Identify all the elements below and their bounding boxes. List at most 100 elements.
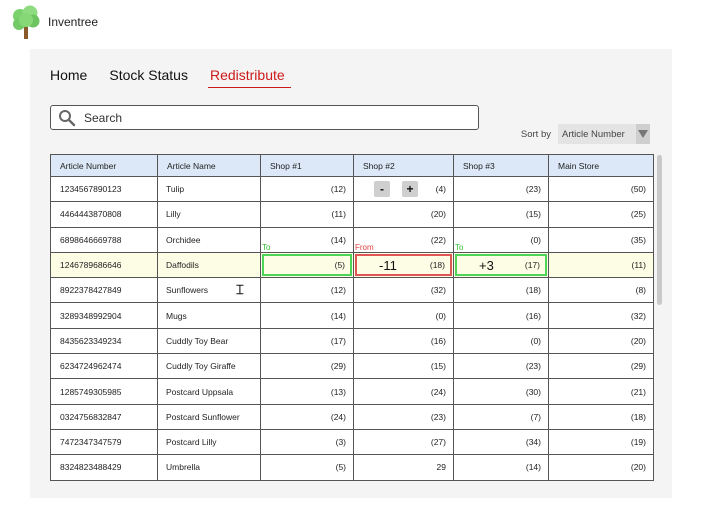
tab-redistribute[interactable]: Redistribute [207, 65, 291, 88]
table-header: Article Number Article Name Shop #1 Shop… [50, 154, 654, 177]
shop1-qty[interactable]: (13) [260, 378, 354, 405]
article-number: 8435623349234 [50, 327, 158, 355]
col-shop-3[interactable]: Shop #3 [453, 154, 549, 177]
table-row[interactable]: 1234567890123 Tulip (12) - + (4) (23) (5… [50, 175, 654, 203]
main-panel: Home Stock Status Redistribute Sort by A… [30, 49, 672, 498]
table-row[interactable]: 8435623349234 Cuddly Toy Bear (17) (16) … [50, 327, 654, 355]
shop1-cell-to[interactable]: To (5) [260, 243, 354, 279]
main-qty[interactable]: (21) [548, 378, 654, 405]
shop1-qty[interactable]: (3) [260, 428, 354, 456]
main-qty[interactable]: (20) [548, 327, 654, 355]
shop2-qty[interactable]: (15) [353, 353, 454, 380]
article-number: 4464443870808 [50, 201, 158, 228]
shop2-qty[interactable]: (23) [353, 403, 454, 430]
shop3-target-field[interactable]: +3 (17) [455, 253, 547, 277]
shop3-qty[interactable]: (23) [453, 353, 549, 380]
table-row[interactable]: 3289348992904 Mugs (14) (0) (16) (32) [50, 302, 654, 329]
table-row[interactable]: 6234724962474 Cuddly Toy Giraffe (29) (1… [50, 353, 654, 380]
table-row[interactable]: 1285749305985 Postcard Uppsala (13) (24)… [50, 378, 654, 405]
shop3-qty[interactable]: (18) [453, 277, 549, 304]
col-shop-1[interactable]: Shop #1 [260, 154, 354, 177]
shop1-qty[interactable]: (24) [260, 403, 354, 430]
increment-button[interactable]: + [402, 181, 418, 197]
table-row[interactable]: 7472347347579 Postcard Lilly (3) (27) (3… [50, 428, 654, 456]
shop1-qty[interactable]: (14) [260, 302, 354, 329]
article-name: Sunflowers [157, 277, 261, 304]
shop2-cell[interactable]: - + (4) [353, 175, 454, 203]
search-bar[interactable] [50, 105, 479, 130]
main-qty[interactable]: (35) [548, 226, 654, 253]
shop3-qty[interactable]: (23) [453, 175, 549, 203]
shop3-cell-to[interactable]: To +3 (17) [453, 243, 549, 279]
shop2-qty[interactable]: (0) [353, 302, 454, 329]
shop2-qty[interactable]: (27) [353, 428, 454, 456]
article-name: Umbrella [157, 454, 261, 481]
from-delta: -11 [379, 257, 397, 273]
search-icon [59, 109, 76, 126]
main-qty[interactable]: (8) [548, 277, 654, 304]
shop3-qty[interactable]: (0) [453, 226, 549, 253]
table-row[interactable]: 8922378427849 Sunflowers (12) (32) (18) … [50, 277, 654, 304]
main-qty[interactable]: (18) [548, 403, 654, 430]
shop2-qty[interactable]: (20) [353, 201, 454, 228]
table-row-selected[interactable]: 1246789686646 Daffodils To (5) From -11 … [50, 243, 654, 279]
decrement-button[interactable]: - [374, 181, 390, 197]
shop1-target-field[interactable]: (5) [262, 253, 352, 277]
shop1-qty: (5) [334, 260, 345, 271]
col-article-name[interactable]: Article Name [157, 154, 261, 177]
shop1-qty[interactable]: (12) [260, 175, 354, 203]
table-row[interactable]: 8324823488429 Umbrella (5) 29 (14) (20) [50, 454, 654, 481]
shop1-qty[interactable]: (14) [260, 226, 354, 253]
shop2-qty: (4) [435, 184, 446, 195]
vertical-scrollbar[interactable] [657, 155, 662, 305]
article-number: 1285749305985 [50, 378, 158, 405]
app-name: Inventree [48, 15, 99, 29]
shop3-qty[interactable]: (15) [453, 201, 549, 228]
shop3-qty[interactable]: (34) [453, 428, 549, 456]
shop3-qty[interactable]: (7) [453, 403, 549, 430]
table-row[interactable]: 4464443870808 Lilly (11) (20) (15) (25) [50, 201, 654, 228]
shop2-qty[interactable]: (32) [353, 277, 454, 304]
shop3-qty[interactable]: (30) [453, 378, 549, 405]
article-name: Postcard Sunflower [157, 403, 261, 430]
shop1-qty[interactable]: (12) [260, 277, 354, 304]
main-qty[interactable]: (19) [548, 428, 654, 456]
shop1-qty[interactable]: (11) [260, 201, 354, 228]
shop3-qty[interactable]: (14) [453, 454, 549, 481]
article-name: Cuddly Toy Bear [157, 327, 261, 355]
table-row[interactable]: 0324756832847 Postcard Sunflower (24) (2… [50, 403, 654, 430]
shop2-qty[interactable]: (24) [353, 378, 454, 405]
shop2-qty[interactable]: (16) [353, 327, 454, 355]
main-qty[interactable]: (29) [548, 353, 654, 380]
chevron-down-icon[interactable] [636, 124, 650, 144]
quantity-stepper: - + [374, 181, 430, 197]
shop2-qty[interactable]: 29 [353, 454, 454, 481]
main-qty[interactable]: (20) [548, 454, 654, 481]
table-row[interactable]: 6898646669788 Orchidee (14) (22) (0) (35… [50, 226, 654, 253]
col-main-store[interactable]: Main Store [548, 154, 654, 177]
shop1-qty[interactable]: (5) [260, 454, 354, 481]
search-input[interactable] [84, 110, 444, 125]
shop1-qty[interactable]: (29) [260, 353, 354, 380]
main-qty[interactable]: (32) [548, 302, 654, 329]
tab-stock-status[interactable]: Stock Status [109, 65, 190, 88]
shop2-cell-from[interactable]: From -11 (18) [353, 243, 454, 279]
article-number: 0324756832847 [50, 403, 158, 430]
col-shop-2[interactable]: Shop #2 [353, 154, 454, 177]
shop3-qty[interactable]: (0) [453, 327, 549, 355]
article-number: 7472347347579 [50, 428, 158, 456]
tab-home[interactable]: Home [50, 65, 89, 88]
sort-label: Sort by [520, 128, 551, 140]
shop1-qty[interactable]: (17) [260, 327, 354, 355]
col-article-number[interactable]: Article Number [50, 154, 158, 177]
shop3-qty: (17) [524, 260, 540, 271]
main-qty[interactable]: (50) [548, 175, 654, 203]
article-name: Cuddly Toy Giraffe [157, 353, 261, 380]
main-qty[interactable]: (25) [548, 201, 654, 228]
shop3-qty[interactable]: (16) [453, 302, 549, 329]
main-qty[interactable]: (11) [548, 251, 654, 279]
to-delta: +3 [479, 257, 494, 273]
article-number: 8324823488429 [50, 454, 158, 481]
shop2-source-field[interactable]: -11 (18) [355, 253, 452, 277]
sort-select[interactable]: Article Number [558, 124, 650, 144]
